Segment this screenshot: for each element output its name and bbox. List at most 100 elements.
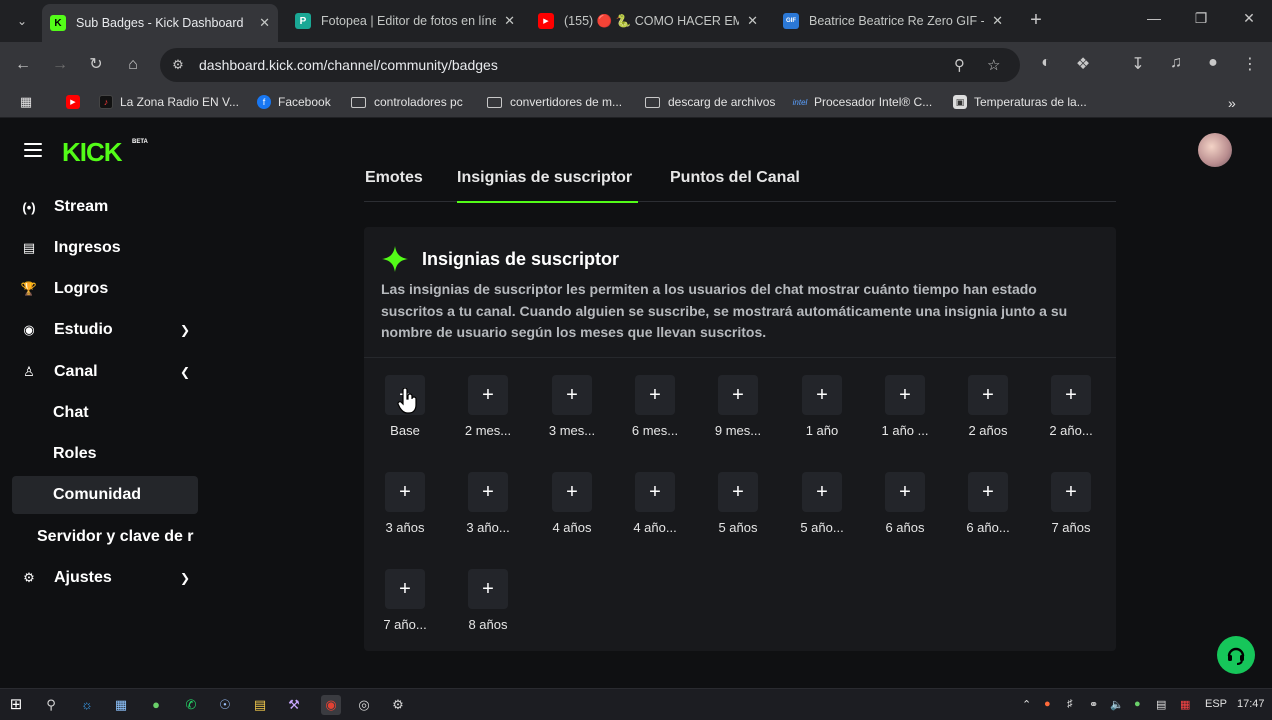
browser-menu-kebab-icon[interactable]: ⋮: [1239, 54, 1261, 74]
browser-tab-kick[interactable]: K Sub Badges - Kick Dashboard ✕: [42, 4, 278, 42]
bookmark-youtube[interactable]: ▶: [66, 95, 87, 109]
kick-logo[interactable]: KICK BETA: [62, 137, 148, 168]
profile-avatar-icon[interactable]: ●: [1202, 54, 1224, 72]
app-gear-icon[interactable]: ⚙: [390, 697, 406, 713]
add-badge-button[interactable]: +: [1051, 472, 1091, 512]
bookmark-star-icon[interactable]: ☆: [987, 56, 1000, 74]
apps-grid-icon[interactable]: ▦: [19, 94, 40, 109]
bookmark-temperaturas[interactable]: ▣ Temperaturas de la...: [953, 95, 1087, 109]
add-badge-button[interactable]: +: [802, 375, 842, 415]
restore-window-icon[interactable]: ❐: [1191, 10, 1211, 27]
whatsapp-icon[interactable]: ✆: [183, 697, 199, 713]
network-icon[interactable]: ▤: [1156, 698, 1166, 711]
tray-speaker-icon[interactable]: ♯: [1067, 698, 1073, 710]
add-badge-button[interactable]: +: [718, 472, 758, 512]
sidebar-sub-servidor-clave[interactable]: Servidor y clave de r: [12, 518, 198, 556]
sidebar-sub-chat[interactable]: Chat: [12, 394, 198, 432]
tab-puntos-canal[interactable]: Puntos del Canal: [670, 169, 800, 203]
minimize-window-icon[interactable]: —: [1144, 10, 1164, 26]
facebook-icon: f: [257, 95, 271, 109]
app-green-icon[interactable]: ●: [148, 697, 164, 713]
sidebar-sub-roles[interactable]: Roles: [12, 435, 198, 473]
user-avatar[interactable]: [1198, 133, 1232, 167]
add-badge-button[interactable]: +: [468, 569, 508, 609]
app-tools-icon[interactable]: ⚒: [286, 697, 302, 713]
tray-app-icon[interactable]: ●: [1044, 698, 1051, 710]
language-indicator[interactable]: ESP: [1205, 698, 1227, 710]
add-badge-button[interactable]: +: [635, 472, 675, 512]
tray-expand-chevron-icon[interactable]: ⌃: [1022, 698, 1031, 711]
obs-icon[interactable]: ◎: [356, 697, 372, 713]
close-tab-icon[interactable]: ✕: [504, 13, 515, 29]
app-c-icon[interactable]: ☼: [79, 697, 95, 713]
steam-icon[interactable]: ☉: [217, 697, 233, 713]
forward-arrow-icon[interactable]: →: [49, 54, 71, 76]
sidebar-item-stream[interactable]: (•) Stream: [12, 188, 198, 226]
search-icon[interactable]: ⚲: [43, 697, 59, 713]
address-bar[interactable]: ⚙ dashboard.kick.com/channel/community/b…: [160, 48, 1020, 82]
broadcast-icon: (•): [22, 199, 36, 215]
sidebar-item-logros[interactable]: 🏆 Logros: [12, 270, 198, 308]
close-tab-icon[interactable]: ✕: [747, 13, 758, 29]
sidebar-item-ingresos[interactable]: ▤ Ingresos: [12, 229, 198, 267]
reload-icon[interactable]: ↻: [85, 54, 107, 76]
volume-icon[interactable]: 🔈: [1110, 698, 1124, 711]
downloads-icon[interactable]: ↧: [1127, 54, 1149, 74]
bookmark-intel[interactable]: intel Procesador Intel® C...: [793, 95, 933, 109]
close-tab-icon[interactable]: ✕: [259, 15, 270, 31]
sidebar-item-ajustes[interactable]: ⚙ Ajustes ❯: [12, 559, 198, 597]
add-badge-button[interactable]: +: [885, 375, 925, 415]
app-window-icon[interactable]: ▦: [113, 697, 129, 713]
close-tab-icon[interactable]: ✕: [992, 13, 1003, 29]
windows-start-icon[interactable]: ⊞: [8, 697, 24, 713]
browser-tab-gif[interactable]: GIF Beatrice Beatrice Re Zero GIF - Beat…: [775, 6, 1011, 36]
extension-glasses-icon[interactable]: ◐: [1035, 54, 1057, 72]
card-description: Las insignias de suscriptor les permiten…: [381, 281, 1068, 340]
close-window-icon[interactable]: ✕: [1239, 10, 1259, 27]
media-control-icon[interactable]: ♫: [1165, 54, 1187, 72]
add-badge-button[interactable]: +: [385, 569, 425, 609]
bookmark-la-zona-radio[interactable]: ♪ La Zona Radio EN V...: [99, 95, 239, 109]
bookmark-folder-controladores[interactable]: controladores pc: [351, 95, 463, 109]
hamburger-menu-icon[interactable]: [24, 143, 42, 157]
add-badge-button[interactable]: +: [468, 375, 508, 415]
home-icon[interactable]: ⌂: [122, 54, 144, 76]
sidebar-item-estudio[interactable]: ◉ Estudio ❯: [12, 311, 198, 349]
add-badge-button[interactable]: +: [968, 472, 1008, 512]
tab-search-chevron-icon[interactable]: ⌄: [10, 9, 34, 33]
add-badge-button[interactable]: +: [802, 472, 842, 512]
add-badge-button[interactable]: +: [885, 472, 925, 512]
new-tab-plus-icon[interactable]: +: [1026, 10, 1046, 30]
windows-taskbar: ⊞ ⚲ ☼ ▦ ● ✆ ☉ ▤ ⚒ ◉ ◎ ⚙ ⌃ ● ♯ ⚭ 🔈 ● ▤ ▦ …: [0, 688, 1272, 720]
back-arrow-icon[interactable]: ←: [12, 54, 34, 76]
chrome-icon[interactable]: ◉: [321, 695, 341, 715]
add-badge-button[interactable]: +: [1051, 375, 1091, 415]
extensions-puzzle-icon[interactable]: ❖: [1072, 54, 1094, 74]
add-badge-button[interactable]: +: [385, 472, 425, 512]
microphone-icon[interactable]: ⚭: [1089, 698, 1098, 711]
add-badge-button[interactable]: +: [718, 375, 758, 415]
tab-emotes[interactable]: Emotes: [365, 169, 423, 203]
add-badge-button[interactable]: +: [552, 472, 592, 512]
add-badge-button[interactable]: +: [635, 375, 675, 415]
help-support-button[interactable]: [1217, 636, 1255, 674]
browser-tab-youtube[interactable]: ▶ (155) 🔴 🐍 COMO HACER EMOTES ✕: [530, 6, 766, 36]
bookmark-folder-convertidores[interactable]: convertidores de m...: [487, 95, 622, 109]
file-explorer-icon[interactable]: ▤: [252, 697, 268, 713]
sidebar-sub-comunidad[interactable]: Comunidad: [12, 476, 198, 514]
browser-tab-photopea[interactable]: P Fotopea | Editor de fotos en línea ✕: [287, 6, 523, 36]
bookmark-folder-descarg[interactable]: descarg de archivos: [645, 95, 775, 109]
clock[interactable]: 17:47: [1237, 698, 1265, 710]
site-info-tune-icon[interactable]: ⚙: [170, 57, 186, 73]
badge-label: Base: [390, 423, 420, 438]
tray-green-icon[interactable]: ●: [1134, 698, 1141, 710]
sidebar-item-canal[interactable]: ♙ Canal ❮: [12, 353, 198, 391]
more-bookmarks-chevron-icon[interactable]: »: [1228, 95, 1236, 111]
add-badge-button[interactable]: +: [468, 472, 508, 512]
zoom-magnifier-icon[interactable]: ⚲: [954, 56, 965, 74]
add-badge-button[interactable]: +: [552, 375, 592, 415]
add-badge-button[interactable]: +: [968, 375, 1008, 415]
bookmark-facebook[interactable]: f Facebook: [257, 95, 331, 109]
amd-icon[interactable]: ▦: [1180, 698, 1190, 711]
tab-insignias-suscriptor[interactable]: Insignias de suscriptor: [457, 169, 638, 203]
